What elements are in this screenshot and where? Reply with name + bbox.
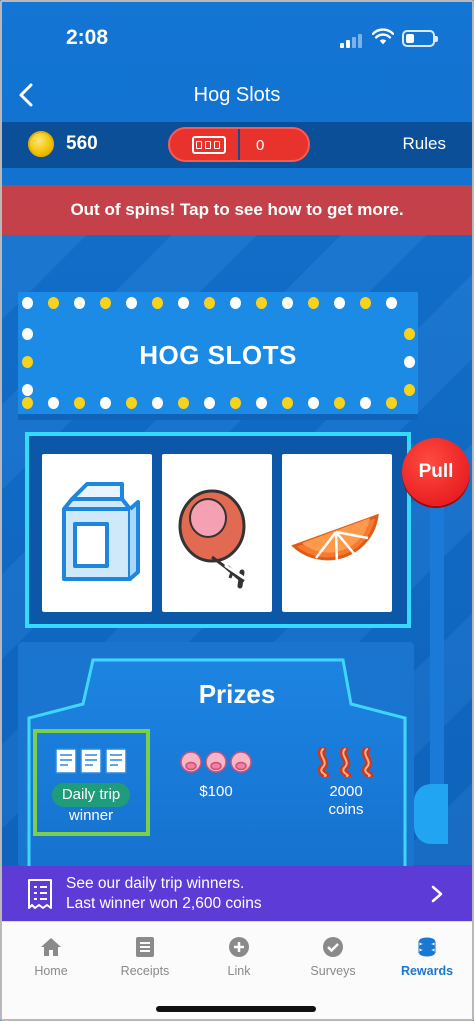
marquee-light: [334, 397, 345, 409]
prize-label: 2000: [329, 783, 363, 800]
pig-icon: [164, 747, 268, 777]
marquee-light: [404, 328, 415, 340]
wifi-icon: [372, 28, 394, 45]
marquee-light: [204, 297, 215, 309]
bacon-icon: [294, 745, 398, 780]
cellular-signal-icon: [340, 32, 364, 48]
marquee-light: [48, 297, 59, 309]
marquee-light: [178, 297, 189, 309]
chevron-right-icon: [431, 885, 443, 903]
marquee-light: [74, 397, 85, 409]
daily-winners-banner[interactable]: See our daily trip winners. Last winner …: [2, 866, 472, 921]
page-title: Hog Slots: [193, 84, 281, 106]
prize-2000-coins[interactable]: 2000 coins: [294, 745, 398, 819]
marquee-light: [22, 328, 33, 340]
surveys-check-icon: [323, 937, 343, 957]
reel-window: [25, 432, 411, 628]
prize-label: $100: [199, 783, 233, 800]
reel-3: [282, 454, 392, 612]
marquee-light: [204, 397, 215, 409]
app-screen: 2:08 Hog Slots 560 0 Rules Out of spins!…: [0, 0, 474, 1021]
receipt-list-icon: [28, 879, 52, 909]
receipts-icon: [136, 937, 154, 957]
home-icon: [41, 938, 61, 956]
tab-receipts[interactable]: Receipts: [100, 936, 190, 978]
marquee-light: [230, 397, 241, 409]
prize-label-line2: winner: [68, 807, 114, 824]
promo-line1: See our daily trip winners.: [66, 875, 245, 892]
coin-icon: [28, 131, 54, 157]
tab-surveys[interactable]: Surveys: [288, 936, 378, 978]
battery-icon: [402, 30, 438, 47]
marquee-light: [152, 297, 163, 309]
marquee-light: [126, 297, 137, 309]
orange-slice-icon: [291, 513, 379, 566]
marquee-light: [282, 397, 293, 409]
marquee-light: [126, 397, 137, 409]
pull-button[interactable]: Pull: [402, 438, 470, 506]
marquee-light: [230, 297, 241, 309]
marquee-light: [308, 397, 319, 409]
spins-counter[interactable]: 0: [168, 127, 310, 162]
status-bar: 2:08: [2, 2, 472, 74]
lever-base: [414, 784, 448, 844]
marquee-light: [386, 297, 397, 309]
prize-100-dollars[interactable]: $100: [164, 747, 268, 801]
marquee-light: [22, 384, 33, 396]
receipt-icon: [36, 747, 146, 777]
reel-2: [162, 454, 272, 612]
tab-link[interactable]: Link: [194, 936, 284, 978]
marquee-light: [386, 397, 397, 409]
reel-1: [42, 454, 152, 612]
marquee-light: [308, 297, 319, 309]
milk-carton-icon: [62, 482, 140, 581]
marquee-light: [100, 297, 111, 309]
marquee-light: [22, 397, 33, 409]
promo-line2: Last winner won 2,600 coins: [66, 895, 262, 912]
prize-daily-trip[interactable]: Daily trip winner: [36, 747, 146, 825]
marquee-light: [178, 397, 189, 409]
prizes-title: Prizes: [198, 679, 276, 709]
nav-bar: Hog Slots: [2, 74, 472, 118]
marquee-light: [74, 297, 85, 309]
tab-rewards[interactable]: Rewards: [382, 936, 472, 978]
marquee-title: HOG SLOTS: [139, 340, 297, 370]
lever-shaft: [430, 502, 444, 812]
marquee-light: [152, 397, 163, 409]
ham-icon: [178, 489, 246, 589]
slot-marquee: HOG SLOTS: [18, 292, 418, 420]
marquee-light: [404, 384, 415, 396]
marquee-light: [334, 297, 345, 309]
prize-label: Daily trip: [51, 783, 131, 807]
prize-label-line2: coins: [328, 801, 364, 818]
home-indicator: [156, 1006, 316, 1012]
coin-balance: 560: [66, 133, 98, 154]
rewards-coins-icon: [418, 937, 436, 957]
marquee-light: [360, 297, 371, 309]
rules-link[interactable]: Rules: [403, 134, 446, 154]
status-time: 2:08: [66, 26, 109, 49]
marquee-light: [22, 297, 33, 309]
marquee-light: [282, 297, 293, 309]
link-plus-icon: [229, 937, 249, 957]
balance-strip: 560 0 Rules: [2, 122, 472, 168]
marquee-light: [360, 397, 371, 409]
marquee-light: [100, 397, 111, 409]
out-of-spins-banner[interactable]: Out of spins! Tap to see how to get more…: [2, 185, 472, 235]
slot-machine-icon: [192, 136, 226, 154]
marquee-light: [256, 397, 267, 409]
marquee-light: [48, 397, 59, 409]
marquee-light: [256, 297, 267, 309]
tab-home[interactable]: Home: [6, 936, 96, 978]
spins-count: 0: [256, 137, 265, 154]
